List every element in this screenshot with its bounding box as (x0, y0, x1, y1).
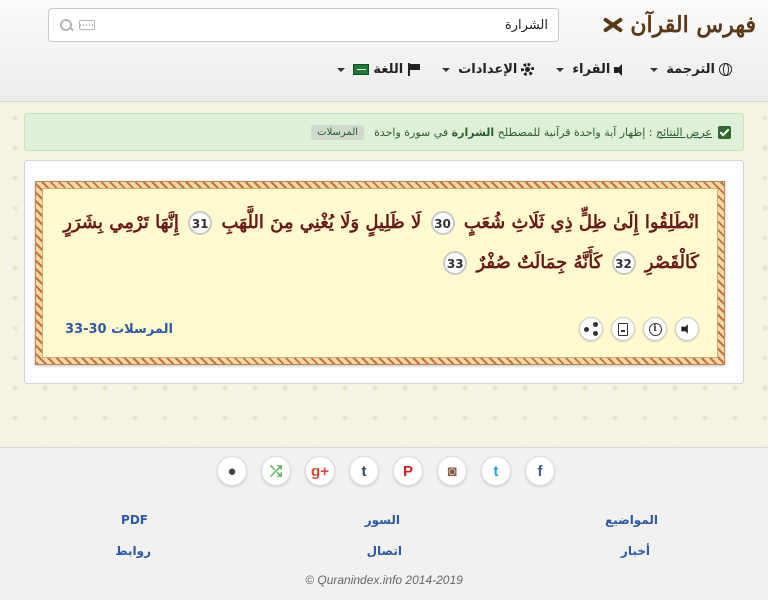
verse-text: انْطَلِقُوا إِلَىٰ ظِلٍّ ذِي ثَلَاثِ شُع… (61, 203, 699, 283)
instagram-icon[interactable]: ◙ (437, 456, 467, 486)
footer-link-topics[interactable]: المواضيع (605, 513, 658, 527)
alert-text: عرض النتائج : إظهار آية واحدة قرآنية للم… (374, 126, 712, 139)
verse-frame: انْطَلِقُوا إِلَىٰ ظِلٍّ ذِي ثَلَاثِ شُع… (35, 181, 725, 365)
logo-text: فهرس القرآن (630, 12, 756, 38)
footer-link-news[interactable]: أخبار (621, 544, 650, 558)
surah-badge[interactable]: المرسلات (311, 124, 365, 140)
play-audio-button[interactable] (675, 317, 699, 341)
info-icon: i (648, 322, 662, 336)
tumblr-icon[interactable]: t (349, 456, 379, 486)
ayah-number[interactable]: 31 (188, 211, 213, 235)
nav-settings[interactable]: الإعدادات (442, 62, 535, 77)
caret-down-icon (650, 67, 659, 72)
search-icon[interactable] (59, 18, 73, 32)
share-icon (584, 322, 598, 336)
verse-actions: i (579, 317, 699, 341)
flag-icon (407, 63, 421, 76)
search-input[interactable] (101, 17, 548, 33)
verse-card: انْطَلِقُوا إِلَىٰ ظِلٍّ ذِي ثَلَاثِ شُع… (24, 160, 744, 384)
pdf-button[interactable] (611, 317, 635, 341)
verse-segment: لَا ظَلِيلٍ وَلَا يُغْنِي مِنَ اللَّهَبِ (221, 212, 422, 233)
crossed-swords-icon (600, 13, 624, 37)
footer-link-links[interactable]: روابط (115, 544, 151, 558)
nav-language[interactable]: اللغة (337, 62, 421, 77)
footer-link-contact[interactable]: اتصال (367, 544, 402, 558)
github-icon[interactable]: ● (217, 456, 247, 486)
alert-text-after: في سورة واحدة (374, 125, 452, 139)
pinterest-icon[interactable]: P (393, 456, 423, 486)
speaker-icon (681, 324, 692, 334)
checkbox-checked-icon[interactable] (718, 125, 731, 139)
info-button[interactable]: i (643, 317, 667, 341)
verse-inner: انْطَلِقُوا إِلَىٰ ظِلٍّ ذِي ثَلَاثِ شُع… (42, 188, 718, 358)
saudi-flag-icon (353, 64, 370, 75)
alert-term: الشرارة (451, 125, 495, 139)
footer-link-surahs[interactable]: السور (365, 513, 400, 527)
ayah-number[interactable]: 30 (430, 211, 455, 235)
site-logo[interactable]: فهرس القرآن (600, 8, 756, 42)
gear-icon (521, 63, 535, 76)
nav-translation-label: الترجمة (666, 62, 715, 77)
facebook-icon[interactable]: f (525, 456, 555, 486)
verse-reference[interactable]: المرسلات 30-33 (65, 322, 173, 337)
speaker-icon (614, 63, 628, 76)
globe-icon (719, 63, 732, 76)
header: فهرس القرآن الترجمة القراء الإعدادات الل… (0, 0, 768, 102)
footer: ● ⤮ g+ t P ◙ t f المواضيع السور PDF أخبار اتصال… (0, 447, 768, 600)
copyright: © Quranindex.info 2014-2019 (305, 573, 463, 587)
ayah-number[interactable]: 32 (611, 251, 636, 275)
caret-down-icon (556, 67, 565, 72)
caret-down-icon (442, 67, 451, 72)
nav-settings-label: الإعدادات (458, 62, 518, 77)
nav-translation[interactable]: الترجمة (650, 62, 732, 77)
ayah-number[interactable]: 33 (443, 251, 468, 275)
google-plus-icon[interactable]: g+ (305, 456, 335, 486)
main-content: عرض النتائج : إظهار آية واحدة قرآنية للم… (0, 103, 768, 446)
nav-reciters[interactable]: القراء (556, 62, 628, 77)
show-results-link[interactable]: عرض النتائج (656, 126, 712, 139)
nav-reciters-label: القراء (572, 62, 611, 77)
search-box (48, 8, 559, 42)
twitter-icon[interactable]: t (481, 456, 511, 486)
social-links: ● ⤮ g+ t P ◙ t f (217, 456, 555, 486)
nav-language-label: اللغة (373, 62, 404, 77)
pdf-icon (618, 322, 628, 336)
keyboard-icon[interactable] (79, 20, 95, 30)
verse-segment: كَأَنَّهُ جِمَالَتٌ صُفْرٌ (476, 252, 603, 273)
footer-link-pdf[interactable]: PDF (121, 513, 148, 527)
share-icon[interactable]: ⤮ (261, 456, 291, 486)
verse-segment: انْطَلِقُوا إِلَىٰ ظِلٍّ ذِي ثَلَاثِ شُع… (463, 212, 699, 233)
results-alert: عرض النتائج : إظهار آية واحدة قرآنية للم… (24, 113, 744, 151)
share-button[interactable] (579, 317, 603, 341)
alert-text-before: : إظهار آية واحدة قرآنية للمصطلح (494, 125, 656, 139)
main-nav: الترجمة القراء الإعدادات اللغة (337, 62, 732, 77)
caret-down-icon (337, 67, 346, 72)
